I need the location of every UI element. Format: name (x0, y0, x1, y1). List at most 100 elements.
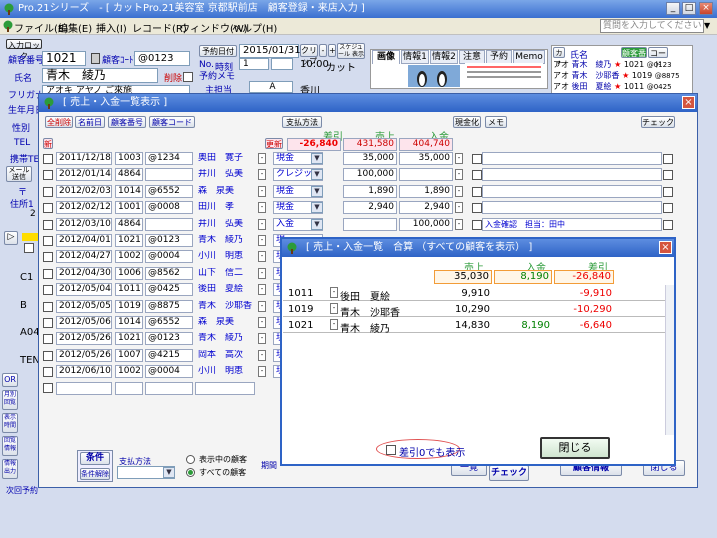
summary-detail-button[interactable]: - (330, 319, 338, 330)
schedule-view-button[interactable]: スケジュール 表示 (337, 43, 365, 59)
row-date[interactable]: 2012/01/14 (56, 168, 112, 182)
row-detail-button[interactable]: - (258, 366, 266, 378)
radio-displayed[interactable] (186, 455, 195, 464)
row-check-checkbox[interactable] (663, 170, 673, 181)
customer-number-field[interactable]: 1021 (42, 51, 86, 66)
or-button[interactable]: OR (2, 373, 18, 387)
row-customer-no[interactable]: 1007 (115, 348, 143, 362)
row-checkbox[interactable] (43, 170, 53, 181)
row-checkbox[interactable] (43, 301, 53, 312)
row-checkbox[interactable] (43, 186, 53, 197)
app-menu-icon[interactable] (2, 20, 14, 32)
delete-all-button[interactable]: 全削除 (45, 116, 73, 128)
empty-row-checkbox[interactable] (43, 383, 53, 393)
help-search-input[interactable]: 質問を入力してください (600, 19, 704, 33)
row-memo[interactable] (482, 184, 662, 198)
clip-button[interactable]: クリップ (300, 44, 318, 66)
row-detail-button[interactable]: - (258, 300, 266, 312)
recent-code-header[interactable]: コード (648, 47, 668, 69)
search-dropdown-icon[interactable]: ▼ (704, 21, 710, 30)
row-date[interactable]: 2012/05/06 (56, 316, 112, 329)
row-customer-no[interactable]: 1006 (115, 266, 143, 280)
row-customer-code[interactable]: @0123 (145, 332, 193, 346)
row-customer-code[interactable]: @4215 (145, 348, 193, 362)
tab-memo[interactable]: Memo (513, 50, 545, 64)
menu-edit[interactable]: 編集(E) (58, 20, 92, 35)
row-checkbox[interactable] (43, 350, 53, 361)
reservation-date-field[interactable]: 2015/01/31 (239, 44, 301, 58)
mail-send-button[interactable]: メール送信 (6, 166, 32, 182)
sort-payment-button[interactable]: 支払方法 (282, 116, 322, 128)
condition-clear-button[interactable]: 条件解除 (80, 468, 110, 480)
row-customer-no[interactable]: 1021 (115, 234, 143, 247)
tab-info1[interactable]: 情報1 (401, 50, 429, 64)
row-customer-no[interactable]: 1011 (115, 283, 143, 297)
recent-number-header[interactable]: 顧客番号 (621, 47, 647, 69)
tab-reservation[interactable]: 予約 (486, 50, 512, 64)
row-checkbox[interactable] (43, 252, 53, 263)
new-row-button[interactable]: 新 (43, 138, 53, 149)
row-detail-button[interactable]: - (258, 218, 266, 230)
maximize-button[interactable]: □ (682, 2, 696, 15)
row-checkbox[interactable] (43, 203, 53, 214)
row-customer-code[interactable]: @1234 (145, 152, 193, 165)
row-customer-code[interactable]: @8562 (145, 266, 193, 280)
row-deposit[interactable]: 35,000 (399, 152, 453, 165)
row-cash-checkbox[interactable] (472, 219, 482, 230)
row-date[interactable]: 2012/04/27 (56, 250, 112, 264)
row-customer-no[interactable]: 1014 (115, 316, 143, 329)
row-checkbox[interactable] (43, 334, 53, 345)
row-checkbox[interactable] (43, 154, 53, 164)
summary-detail-button[interactable]: - (330, 287, 338, 298)
row-detail-button[interactable]: - (258, 235, 266, 246)
empty-code-cell[interactable] (145, 382, 193, 395)
recent-row-1[interactable]: アオ 青木 綾乃 ★ 1021 @0123 (553, 60, 672, 70)
monthly-view-button[interactable]: 月別 回覧 (2, 390, 18, 410)
row-customer-code[interactable] (145, 168, 193, 182)
empty-date-cell[interactable] (56, 382, 112, 395)
row-detail-button[interactable]: - (258, 333, 266, 345)
row-customer-no[interactable]: 1019 (115, 299, 143, 313)
summary-scrollbar[interactable] (665, 285, 674, 435)
row-date[interactable]: 2012/02/03 (56, 184, 112, 198)
row-memo[interactable] (482, 152, 662, 165)
row-detail-button[interactable]: - (258, 267, 266, 279)
row-detail-button[interactable]: - (258, 284, 266, 296)
row-deposit[interactable]: 1,890 (399, 184, 453, 198)
time-view-button[interactable]: 表示 時間 (2, 413, 18, 433)
payment-dropdown-icon[interactable]: ▼ (311, 153, 323, 164)
row-checkbox[interactable] (43, 285, 53, 296)
row-detail-button[interactable]: - (258, 251, 266, 263)
check-header-button[interactable]: チェック (641, 116, 675, 128)
row-date[interactable]: 2012/06/10 (56, 365, 112, 379)
row-customer-code[interactable]: @0425 (145, 283, 193, 297)
empty-no-cell[interactable] (115, 382, 143, 395)
row-memo[interactable] (482, 168, 662, 182)
row-cash-checkbox[interactable] (472, 154, 482, 164)
row-customer-no[interactable]: 4864 (115, 168, 143, 182)
row-customer-code[interactable]: @0004 (145, 250, 193, 264)
row-customer-no[interactable]: 1003 (115, 152, 143, 165)
recent-row-3[interactable]: アオ 後田 夏絵 ★ 1011 @0425 (553, 82, 672, 92)
diff-zero-checkbox[interactable] (386, 445, 396, 455)
summary-detail-button[interactable]: - (330, 303, 338, 314)
row-deposit[interactable]: 2,940 (399, 201, 453, 215)
reservation-date-button[interactable]: 予約日付 (199, 45, 237, 57)
close-button[interactable]: × (699, 2, 713, 15)
condition-button[interactable]: 条件 (80, 452, 110, 465)
row-date[interactable]: 2012/03/10 (56, 217, 112, 231)
empty-name-cell[interactable] (195, 382, 255, 395)
row-customer-code[interactable]: @0004 (145, 365, 193, 379)
row-detail-button[interactable]: - (258, 349, 266, 361)
row-check-checkbox[interactable] (663, 186, 673, 197)
row-check-checkbox[interactable] (663, 154, 673, 164)
cash-button[interactable]: 現金化 (453, 116, 481, 128)
barcode-icon[interactable] (91, 53, 100, 64)
row-customer-code[interactable]: @6552 (145, 316, 193, 329)
delete-checkbox[interactable] (183, 72, 193, 82)
row-sales[interactable]: 2,940 (343, 201, 397, 215)
row-checkbox[interactable] (43, 318, 53, 328)
row-memo[interactable]: 入金確認 担当：田中 (482, 217, 662, 231)
payment-dropdown-icon[interactable]: ▼ (311, 169, 323, 181)
row-detail-button[interactable]: - (258, 317, 266, 328)
